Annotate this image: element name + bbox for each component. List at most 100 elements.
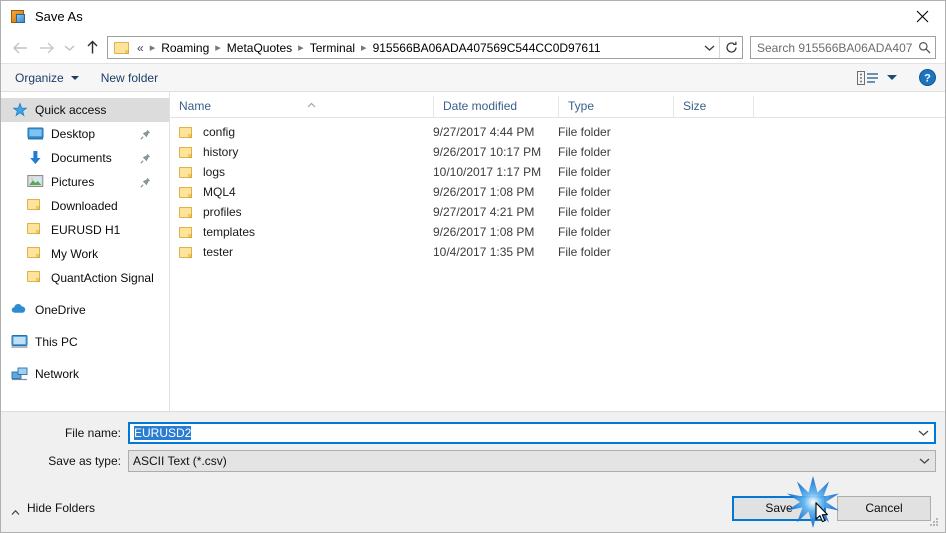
recent-locations-button[interactable] <box>59 36 79 60</box>
breadcrumb-item-instance[interactable]: 915566BA06ADA407569C544CC0D97611 <box>371 41 603 55</box>
file-type-cell: File folder <box>558 245 611 259</box>
column-header-name[interactable]: Name <box>170 96 433 117</box>
chevron-down-icon <box>64 45 74 51</box>
up-button[interactable] <box>79 36 105 60</box>
column-header-date-modified[interactable]: Date modified <box>433 96 558 117</box>
column-header-type[interactable]: Type <box>558 96 673 117</box>
toolbar-right-group: ? <box>857 69 936 86</box>
file-date-cell: 9/26/2017 1:08 PM <box>433 185 535 199</box>
view-layout-icon[interactable] <box>857 70 879 86</box>
file-name-cell: logs <box>170 165 433 179</box>
file-name-label: logs <box>203 165 226 179</box>
save-as-dialog: Save As « ▸ Roaming ▸ MetaQuotes ▸ Termi… <box>0 0 946 533</box>
breadcrumb-item-metaquotes[interactable]: MetaQuotes <box>225 41 294 55</box>
pin-icon[interactable] <box>140 129 151 140</box>
file-type-cell: File folder <box>558 205 611 219</box>
sidebar-item-quick-access[interactable]: Quick access <box>1 98 169 122</box>
close-button[interactable] <box>899 1 945 31</box>
chevron-down-icon <box>704 45 714 51</box>
save-as-app-icon <box>10 9 26 25</box>
file-type-cell: File folder <box>558 225 611 239</box>
breadcrumb-item-terminal[interactable]: Terminal <box>308 41 357 55</box>
resize-grip-icon[interactable] <box>928 516 941 529</box>
table-row[interactable]: history 9/26/2017 10:17 PM File folder <box>170 142 945 162</box>
file-type-cell: File folder <box>558 125 611 139</box>
organize-button[interactable]: Organize <box>15 71 79 85</box>
column-headers: Name Date modified Type Size <box>170 92 945 118</box>
file-name-dropdown-button[interactable] <box>913 429 934 437</box>
hide-folders-button[interactable]: Hide Folders <box>11 501 95 515</box>
command-toolbar: Organize New folder ? <box>1 63 945 92</box>
save-form: File name: EURUSD2 Save as type: ASCII T… <box>1 411 945 484</box>
folder-icon <box>179 206 194 218</box>
file-rows: config 9/27/2017 4:44 PM File folder his… <box>170 118 945 411</box>
table-row[interactable]: MQL4 9/26/2017 1:08 PM File folder <box>170 182 945 202</box>
chevron-down-icon <box>918 430 929 436</box>
search-box[interactable]: Search 915566BA06ADA40756... <box>750 36 936 59</box>
save-as-type-dropdown-button[interactable] <box>914 457 935 465</box>
dialog-body: Quick access Desktop Documents Pictures … <box>1 92 945 411</box>
folder-icon <box>27 198 44 214</box>
sidebar-item-label: This PC <box>35 335 78 349</box>
save-as-type-value: ASCII Text (*.csv) <box>133 454 227 468</box>
navigation-sidebar: Quick access Desktop Documents Pictures … <box>1 92 170 411</box>
view-dropdown-button[interactable] <box>887 75 897 80</box>
sidebar-item-label: QuantAction Signal <box>51 271 154 285</box>
desktop-icon <box>27 126 44 142</box>
sidebar-item-my-work[interactable]: My Work <box>1 242 169 266</box>
column-header-size[interactable]: Size <box>673 96 753 117</box>
sidebar-item-this-pc[interactable]: This PC <box>1 330 169 354</box>
back-button[interactable] <box>7 36 33 60</box>
dialog-footer: Hide Folders Save Cancel <box>1 484 945 532</box>
pin-icon[interactable] <box>140 153 151 164</box>
table-row[interactable]: tester 10/4/2017 1:35 PM File folder <box>170 242 945 262</box>
save-button[interactable]: Save <box>732 495 826 521</box>
table-row[interactable]: templates 9/26/2017 1:08 PM File folder <box>170 222 945 242</box>
sidebar-item-pictures[interactable]: Pictures <box>1 170 169 194</box>
sidebar-item-downloaded[interactable]: Downloaded <box>1 194 169 218</box>
refresh-button[interactable] <box>719 37 742 58</box>
file-date-cell: 9/27/2017 4:21 PM <box>433 205 535 219</box>
search-input[interactable]: Search 915566BA06ADA40756... <box>751 41 913 55</box>
folder-icon <box>27 270 44 286</box>
sidebar-item-label: Network <box>35 367 80 381</box>
sidebar-item-quantaction-signal[interactable]: QuantAction Signal <box>1 266 169 290</box>
file-type-cell: File folder <box>558 165 611 179</box>
breadcrumb-item-roaming[interactable]: Roaming <box>159 41 211 55</box>
breadcrumb-separator-icon: ▸ <box>298 42 304 54</box>
table-row[interactable]: logs 10/10/2017 1:17 PM File folder <box>170 162 945 182</box>
file-name-cell: history <box>170 145 433 159</box>
table-row[interactable]: config 9/27/2017 4:44 PM File folder <box>170 122 945 142</box>
sidebar-item-network[interactable]: Network <box>1 362 169 386</box>
file-type-cell: File folder <box>558 185 611 199</box>
sidebar-item-documents[interactable]: Documents <box>1 146 169 170</box>
file-name-label: File name: <box>64 426 121 440</box>
sidebar-item-desktop[interactable]: Desktop <box>1 122 169 146</box>
sidebar-item-label: Desktop <box>51 127 96 141</box>
chevron-down-icon <box>919 458 930 464</box>
chevron-down-icon <box>70 75 79 80</box>
sidebar-item-onedrive[interactable]: OneDrive <box>1 298 169 322</box>
sidebar-item-eurusd-h1[interactable]: EURUSD H1 <box>1 218 169 242</box>
file-name-label: profiles <box>203 205 242 219</box>
address-dropdown-button[interactable] <box>699 44 719 52</box>
file-name-cell: templates <box>170 225 433 239</box>
cancel-button[interactable]: Cancel <box>837 495 931 521</box>
address-bar[interactable]: « ▸ Roaming ▸ MetaQuotes ▸ Terminal ▸ 91… <box>107 36 743 59</box>
new-folder-button[interactable]: New folder <box>101 71 158 85</box>
help-icon[interactable]: ? <box>919 69 936 86</box>
pin-icon[interactable] <box>140 177 151 188</box>
title-bar: Save As <box>1 1 945 32</box>
file-type-cell: File folder <box>558 145 611 159</box>
file-name-value: EURUSD2 <box>134 426 192 440</box>
file-name-cell: config <box>170 125 433 139</box>
sidebar-item-label: Pictures <box>51 175 95 189</box>
breadcrumb-overflow[interactable]: « <box>135 41 146 55</box>
forward-button[interactable] <box>33 36 59 60</box>
save-as-type-select[interactable]: ASCII Text (*.csv) <box>128 450 936 472</box>
file-name-input[interactable]: EURUSD2 <box>128 422 936 444</box>
file-list-pane: Name Date modified Type Size config 9/27… <box>170 92 945 411</box>
table-row[interactable]: profiles 9/27/2017 4:21 PM File folder <box>170 202 945 222</box>
column-header-label: Name <box>179 99 212 113</box>
arrow-left-icon <box>12 42 27 53</box>
